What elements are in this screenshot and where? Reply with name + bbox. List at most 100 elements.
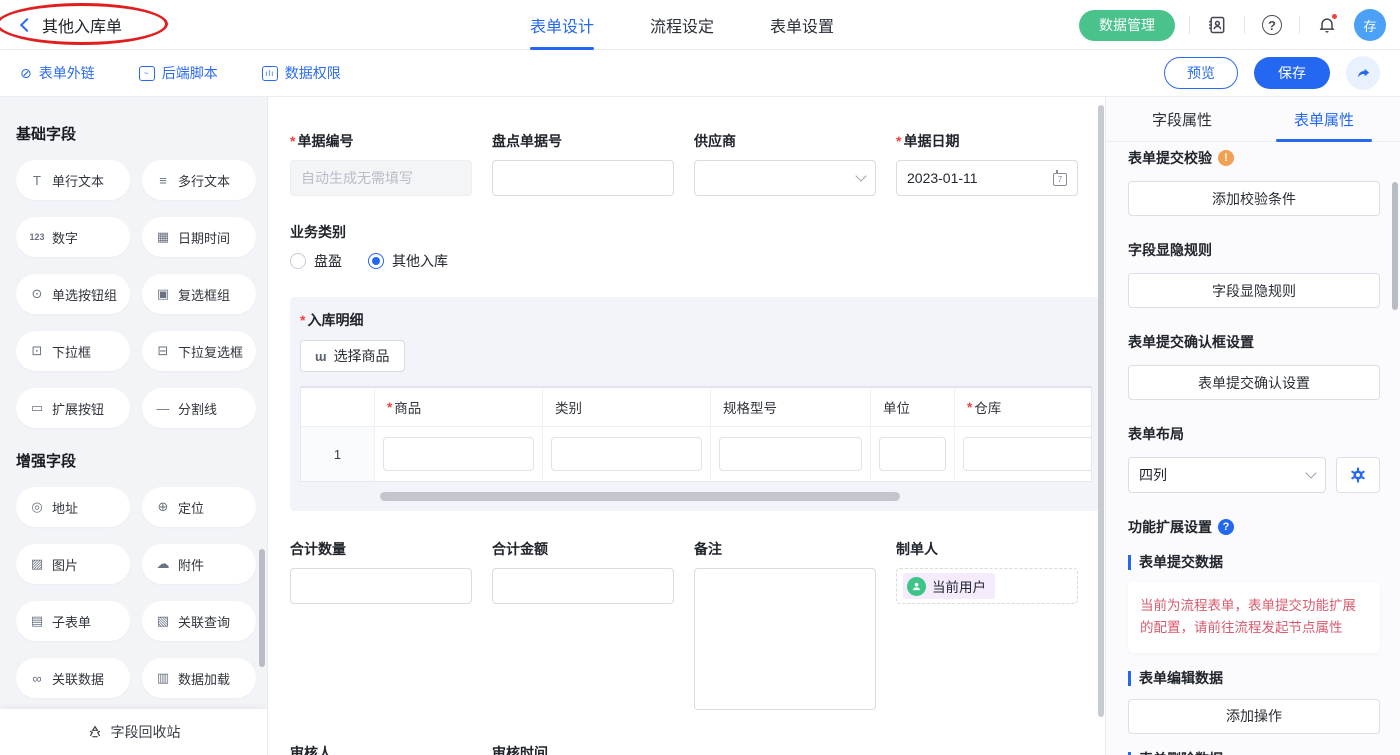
section-title-enhanced-fields: 增强字段 [16, 450, 253, 471]
field-palette-sidebar: 基础字段 T单行文本 ≡多行文本 123数字 ▦日期时间 ⊙单选按钮组 ▣复选框… [0, 97, 268, 755]
field-supplier[interactable]: 供应商 [694, 131, 876, 196]
form-external-link[interactable]: ⊘ 表单外链 [20, 63, 95, 83]
field-total-qty[interactable]: 合计数量 [290, 539, 472, 604]
divider-icon: — [155, 401, 171, 416]
datetime-icon: ▦ [155, 229, 171, 245]
tab-form-setting[interactable]: 表单设置 [770, 0, 834, 50]
field-inventory-no[interactable]: 盘点单据号 [492, 131, 674, 196]
field-item-locate[interactable]: ⊕定位 [142, 487, 256, 527]
notification-bell-icon[interactable] [1314, 12, 1340, 38]
col-warehouse: *仓库 [955, 388, 1092, 426]
field-auditor[interactable]: 审核人 当前用户 [290, 743, 472, 755]
field-item-subform[interactable]: ▤子表单 [16, 601, 130, 641]
total-amt-input[interactable] [492, 568, 674, 604]
field-item-attachment[interactable]: ☁附件 [142, 544, 256, 584]
doc-no-input[interactable] [290, 160, 472, 196]
tab-form-properties[interactable]: 表单属性 [1276, 97, 1372, 141]
product-cell-input[interactable] [383, 437, 534, 471]
layout-select[interactable]: 四列 [1128, 457, 1326, 493]
contacts-icon[interactable] [1204, 12, 1230, 38]
locate-icon: ⊕ [155, 499, 171, 515]
detail-table: *商品 类别 规格型号 单位 *仓库 1 [300, 386, 1092, 482]
remark-textarea[interactable] [694, 568, 876, 710]
data-permission-link[interactable]: ılı 数据权限 [262, 63, 341, 83]
visibility-rule-button[interactable]: 字段显隐规则 [1128, 273, 1380, 308]
image-icon: ▨ [29, 556, 45, 572]
radio-checked-icon [368, 253, 384, 269]
submit-confirm-button[interactable]: 表单提交确认设置 [1128, 365, 1380, 400]
detail-table-header: *商品 类别 规格型号 单位 *仓库 [301, 388, 1092, 427]
data-manage-button[interactable]: 数据管理 [1079, 10, 1175, 41]
detail-table-row: 1 [301, 427, 1092, 481]
field-doc-date[interactable]: *单据日期 2023-01-11 [896, 131, 1078, 196]
calendar-icon [1053, 173, 1067, 186]
help-badge-icon: ? [1218, 519, 1234, 535]
field-maker[interactable]: 制单人 当前用户 [896, 539, 1078, 604]
visibility-section-title: 字段显隐规则 [1128, 240, 1380, 260]
field-item-linked-data[interactable]: ∞关联数据 [16, 658, 130, 698]
field-item-divider[interactable]: —分割线 [142, 388, 256, 428]
select-product-button[interactable]: ɯ 选择商品 [300, 340, 405, 372]
user-avatar[interactable]: 存 [1354, 9, 1386, 41]
col-product: *商品 [375, 388, 543, 426]
share-arrow-icon [1355, 65, 1372, 82]
spec-cell-input[interactable] [719, 437, 862, 471]
doc-date-picker[interactable]: 2023-01-11 [896, 160, 1078, 196]
field-inbound-detail[interactable]: *入库明细 ɯ 选择商品 *商品 类别 规格型号 单位 *仓库 1 [290, 297, 1100, 511]
canvas-scrollbar[interactable] [1098, 105, 1104, 717]
back-button[interactable]: 其他入库单 [16, 13, 122, 37]
supplier-select[interactable] [694, 160, 876, 196]
field-audit-time[interactable]: 审核时间 2023-01-11 [492, 743, 674, 755]
radio-panying[interactable]: 盘盈 [290, 251, 342, 271]
field-remark[interactable]: 备注 [694, 539, 876, 715]
validate-section-title: 表单提交校验 ! [1128, 148, 1380, 168]
detail-table-hscrollbar[interactable] [380, 492, 900, 501]
field-item-dropdown[interactable]: ⊡下拉框 [16, 331, 130, 371]
field-item-checkbox-group[interactable]: ▣复选框组 [142, 274, 256, 314]
field-recycle-bin[interactable]: 字段回收站 [0, 709, 267, 755]
unit-cell-input[interactable] [879, 437, 946, 471]
inventory-no-input[interactable] [492, 160, 674, 196]
radio-other-inbound[interactable]: 其他入库 [368, 251, 448, 271]
tab-field-properties[interactable]: 字段属性 [1134, 97, 1230, 141]
field-biz-type[interactable]: 业务类别 盘盈 其他入库 [290, 222, 1079, 271]
total-qty-input[interactable] [290, 568, 472, 604]
help-icon[interactable]: ? [1259, 12, 1285, 38]
layout-settings-button[interactable] [1336, 457, 1380, 493]
field-item-number[interactable]: 123数字 [16, 217, 130, 257]
field-item-multi-line-text[interactable]: ≡多行文本 [142, 160, 256, 200]
row-index: 1 [301, 427, 375, 481]
category-cell-input[interactable] [551, 437, 702, 471]
confirm-section-title: 表单提交确认框设置 [1128, 332, 1380, 352]
field-item-multi-dropdown[interactable]: ⊟下拉复选框 [142, 331, 256, 371]
chevron-down-icon [855, 170, 866, 181]
tab-form-design[interactable]: 表单设计 [530, 0, 594, 50]
field-item-single-line-text[interactable]: T单行文本 [16, 160, 130, 200]
panel-scrollbar[interactable] [1392, 182, 1398, 310]
field-item-linked-query[interactable]: ▧关联查询 [142, 601, 256, 641]
tab-flow-setting[interactable]: 流程设定 [650, 0, 714, 50]
field-doc-no[interactable]: *单据编号 [290, 131, 472, 196]
field-item-radio-group[interactable]: ⊙单选按钮组 [16, 274, 130, 314]
attachment-icon: ☁ [155, 556, 171, 572]
edit-add-operation-button[interactable]: 添加操作 [1128, 699, 1380, 734]
backend-script-link[interactable]: ~ 后端脚本 [139, 63, 218, 83]
save-button[interactable]: 保存 [1254, 57, 1330, 89]
linked-data-icon: ∞ [29, 671, 45, 686]
field-total-amt[interactable]: 合计金额 [492, 539, 674, 604]
preview-button[interactable]: 预览 [1164, 57, 1238, 89]
multi-line-text-icon: ≡ [155, 173, 171, 188]
warning-icon: ! [1218, 150, 1234, 166]
divider [1244, 16, 1245, 34]
field-item-image[interactable]: ▨图片 [16, 544, 130, 584]
add-validation-button[interactable]: 添加校验条件 [1128, 181, 1380, 216]
col-spec: 规格型号 [711, 388, 871, 426]
field-item-data-load[interactable]: ▥数据加载 [142, 658, 256, 698]
script-icon: ~ [139, 66, 155, 81]
share-button[interactable] [1346, 56, 1380, 90]
field-item-address[interactable]: ◎地址 [16, 487, 130, 527]
field-item-extend-button[interactable]: ▭扩展按钮 [16, 388, 130, 428]
warehouse-cell-input[interactable] [963, 437, 1092, 471]
field-item-datetime[interactable]: ▦日期时间 [142, 217, 256, 257]
sidebar-scrollbar[interactable] [259, 549, 265, 667]
